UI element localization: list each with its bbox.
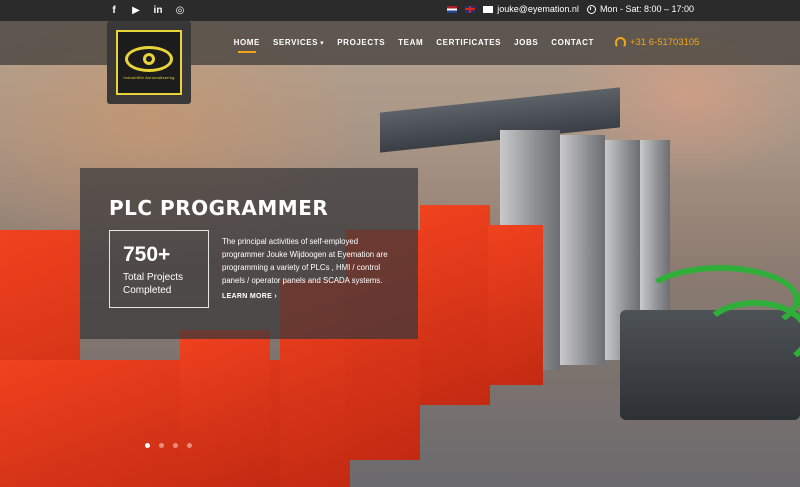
linkedin-icon[interactable]: in xyxy=(152,4,164,16)
dutch-flag-icon[interactable] xyxy=(447,5,458,13)
logo-pupil xyxy=(143,52,155,65)
menu-item-certificates[interactable]: CERTIFICATES xyxy=(436,38,501,47)
photo-red-module xyxy=(180,330,270,487)
logo-tagline: Industriële Automatisering xyxy=(123,74,175,80)
slider-pagination xyxy=(145,443,192,448)
social-links: f ▶ in ◎ xyxy=(108,4,186,16)
facebook-icon[interactable]: f xyxy=(108,4,120,16)
menu-item-jobs[interactable]: JOBS xyxy=(514,38,538,47)
hours-text: Mon - Sat: 8:00 – 17:00 xyxy=(599,4,694,14)
photo-red-module xyxy=(420,205,490,405)
slider-dot[interactable] xyxy=(159,443,164,448)
slider-dot[interactable] xyxy=(173,443,178,448)
hero-title: PLC PROGRAMMER xyxy=(109,196,329,220)
english-flag-icon[interactable] xyxy=(465,5,476,13)
chevron-right-icon: › xyxy=(274,293,277,300)
clock-icon xyxy=(586,4,596,14)
headset-icon xyxy=(615,37,626,48)
stat-box: 750+ Total Projects Completed xyxy=(109,230,209,308)
logo-emblem: Industriële Automatisering xyxy=(116,30,182,95)
learn-more-label: LEARN MORE xyxy=(222,293,273,300)
menu-item-services[interactable]: SERVICES ▾ xyxy=(273,38,324,47)
menu-item-contact[interactable]: CONTACT xyxy=(551,38,594,47)
youtube-icon[interactable]: ▶ xyxy=(130,4,142,16)
phone-link[interactable]: +31 6-51703105 xyxy=(615,37,699,48)
stat-value: 750+ xyxy=(123,243,171,266)
instagram-icon[interactable]: ◎ xyxy=(174,4,186,16)
learn-more-link[interactable]: LEARN MORE › xyxy=(222,293,277,300)
photo-grey-module xyxy=(560,135,605,365)
slider-dot[interactable] xyxy=(145,443,150,448)
chevron-down-icon: ▾ xyxy=(320,40,325,47)
email-link[interactable]: jouke@eyemation.nl xyxy=(483,4,579,14)
hero-description: The principal activities of self-employe… xyxy=(222,237,388,285)
photo-red-module xyxy=(488,225,543,385)
opening-hours: Mon - Sat: 8:00 – 17:00 xyxy=(586,4,694,14)
menu-item-team[interactable]: TEAM xyxy=(398,38,423,47)
hero-info-panel: PLC PROGRAMMER 750+ Total Projects Compl… xyxy=(80,168,418,339)
main-menu: HOME SERVICES ▾ PROJECTS TEAM CERTIFICATE… xyxy=(234,38,594,53)
eye-logo-icon xyxy=(125,45,173,72)
stat-label: Total Projects Completed xyxy=(123,272,184,296)
phone-number: +31 6-51703105 xyxy=(630,37,700,48)
envelope-icon xyxy=(483,5,494,13)
menu-item-services-label: SERVICES xyxy=(273,38,319,47)
menu-item-home[interactable]: HOME xyxy=(234,38,260,53)
photo-green-cable xyxy=(700,300,800,370)
email-text: jouke@eyemation.nl xyxy=(497,4,579,14)
slider-dot[interactable] xyxy=(187,443,192,448)
menu-item-projects[interactable]: PROJECTS xyxy=(337,38,385,47)
top-bar-contact: jouke@eyemation.nl Mon - Sat: 8:00 – 17:… xyxy=(447,4,694,14)
top-bar: f ▶ in ◎ jouke@eyemation.nl Mon - Sat: 8… xyxy=(0,0,800,21)
site-logo[interactable]: Industriële Automatisering xyxy=(107,21,191,104)
